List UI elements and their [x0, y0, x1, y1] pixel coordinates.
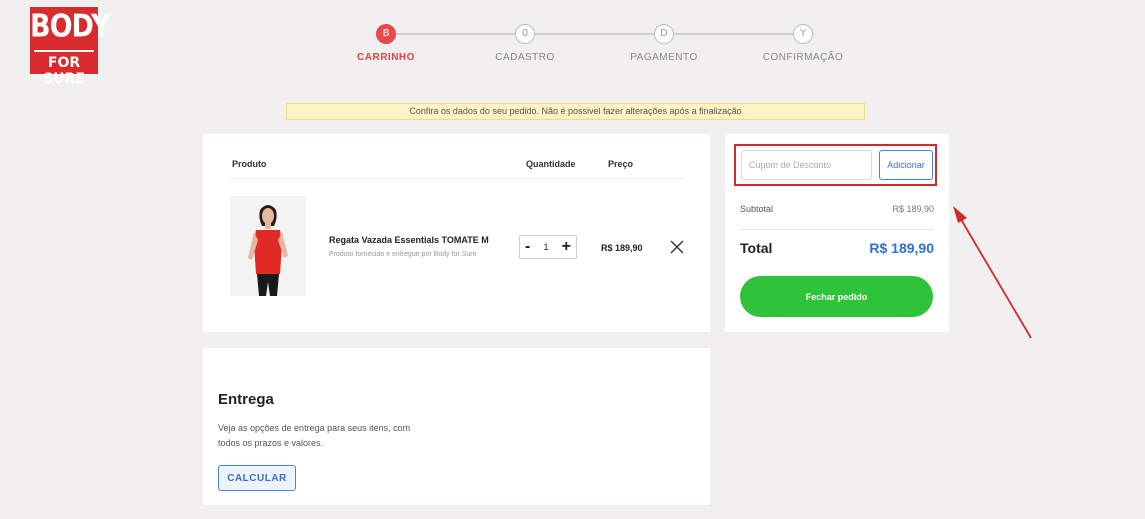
header-price: Preço	[608, 159, 634, 169]
logo-divider	[34, 50, 94, 52]
logo-line-1: BODY	[30, 8, 111, 45]
step-pagamento: D PAGAMENTO	[619, 24, 709, 63]
step-cadastro: 0 CADASTRO	[480, 24, 570, 63]
step-dot: 0	[515, 24, 535, 44]
decrease-quantity-button[interactable]: -	[525, 239, 530, 255]
subtotal-label: Subtotal	[740, 204, 774, 214]
step-label: PAGAMENTO	[630, 52, 698, 63]
increase-quantity-button[interactable]: +	[562, 239, 571, 255]
subtotal-value: R$ 189,90	[892, 204, 934, 214]
quantity-value: 1	[543, 242, 549, 252]
step-carrinho: B CARRINHO	[341, 24, 431, 63]
logo-line-2: FOR SURE	[43, 55, 85, 87]
step-dot: Y	[793, 24, 813, 44]
step-label: CARRINHO	[357, 52, 415, 63]
order-summary-card: Adicionar Subtotal R$ 189,90 Total R$ 18…	[725, 134, 949, 332]
add-coupon-button[interactable]: Adicionar	[879, 150, 933, 180]
stepper-track	[386, 33, 814, 35]
cart-card: Produto Quantidade Preço Regata Vazada E…	[203, 134, 710, 332]
step-dot: B	[376, 24, 396, 44]
delivery-title: Entrega	[218, 391, 274, 408]
delivery-description: Veja as opções de entrega para seus iten…	[218, 423, 411, 448]
summary-divider	[740, 229, 934, 230]
remove-item-icon[interactable]	[669, 239, 685, 255]
brand-logo[interactable]: BODY FOR SURE	[30, 7, 111, 87]
product-name[interactable]: Regata Vazada Essentials TOMATE M	[329, 235, 489, 245]
checkout-button[interactable]: Fechar pedido	[740, 276, 933, 317]
product-image[interactable]	[230, 196, 306, 296]
product-seller-note: Produto fornecido e entregue por Body fo…	[329, 251, 477, 258]
step-label: CONFIRMAÇÃO	[762, 52, 844, 63]
coupon-input[interactable]	[741, 150, 872, 180]
order-notice: Confira os dados do seu pedido. Não é po…	[286, 103, 865, 120]
total-label: Total	[740, 240, 773, 256]
step-label: CADASTRO	[495, 52, 555, 63]
header-quantity: Quantidade	[526, 159, 576, 169]
item-price: R$ 189,90	[601, 243, 643, 253]
delivery-card: Entrega Veja as opções de entrega para s…	[203, 348, 710, 505]
step-confirmacao: Y CONFIRMAÇÃO	[758, 24, 848, 63]
header-product: Produto	[232, 159, 267, 169]
total-value: R$ 189,90	[869, 240, 934, 256]
annotation-arrow-icon	[953, 206, 1032, 339]
quantity-stepper: - 1 +	[519, 235, 577, 259]
table-divider	[228, 178, 685, 179]
calculate-shipping-button[interactable]: CALCULAR	[218, 465, 296, 491]
step-dot: D	[654, 24, 674, 44]
checkout-stepper: B CARRINHO 0 CADASTRO D PAGAMENTO Y CONF…	[357, 24, 843, 74]
coupon-highlight-box: Adicionar	[734, 144, 937, 186]
product-photo-illustration	[230, 196, 306, 296]
